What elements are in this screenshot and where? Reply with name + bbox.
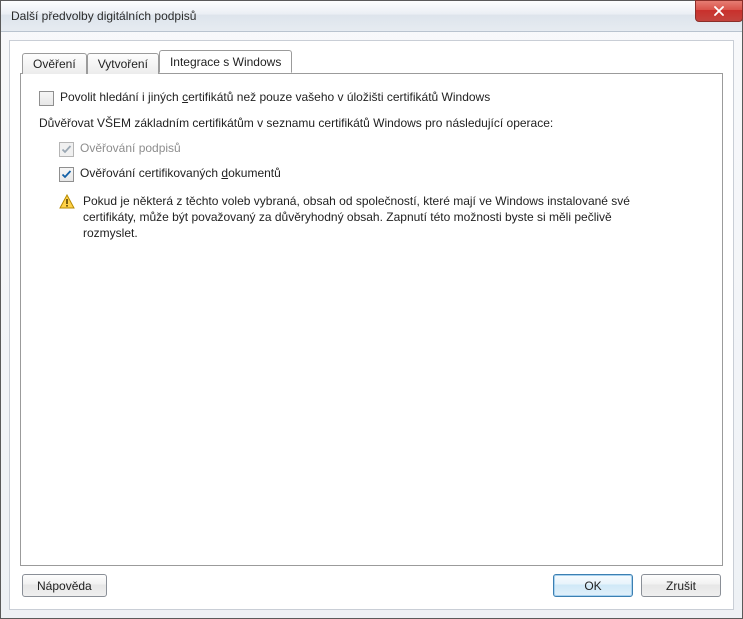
verify-signatures-label: Ověřování podpisů	[80, 141, 181, 156]
close-icon	[714, 6, 724, 16]
verify-documents-label: Ověřování certifikovaných dokumentů	[80, 166, 281, 181]
verify-signatures-checkbox	[59, 142, 74, 157]
tab-page-windows-integration: Povolit hledání i jiných certifikátů než…	[20, 73, 723, 566]
tab-windows-integration[interactable]: Integrace s Windows	[159, 50, 292, 73]
warning-icon	[59, 194, 75, 210]
window-title: Další předvolby digitálních podpisů	[11, 9, 196, 23]
verify-signatures-row: Ověřování podpisů	[59, 141, 704, 156]
help-button[interactable]: Nápověda	[22, 574, 107, 597]
tab-creation[interactable]: Vytvoření	[87, 53, 159, 74]
allow-search-checkbox[interactable]	[39, 91, 54, 106]
client-area: Ověření Vytvoření Integrace s Windows Po…	[9, 40, 734, 610]
ok-button[interactable]: OK	[553, 574, 633, 597]
tab-verification[interactable]: Ověření	[22, 53, 87, 74]
verify-documents-row: Ověřování certifikovaných dokumentů	[59, 166, 704, 181]
titlebar: Další předvolby digitálních podpisů	[1, 1, 742, 32]
close-button[interactable]	[695, 0, 743, 22]
allow-search-row: Povolit hledání i jiných certifikátů než…	[39, 90, 704, 105]
verify-documents-checkbox[interactable]	[59, 167, 74, 182]
button-row: Nápověda OK Zrušit	[20, 566, 723, 599]
warning-text: Pokud je některá z těchto voleb vybraná,…	[83, 193, 643, 241]
tab-strip: Ověření Vytvoření Integrace s Windows	[22, 51, 723, 73]
allow-search-label: Povolit hledání i jiných certifikátů než…	[60, 90, 490, 105]
cancel-button[interactable]: Zrušit	[641, 574, 721, 597]
trust-intro-text: Důvěřovat VŠEM základním certifikátům v …	[39, 115, 599, 131]
warning-row: Pokud je některá z těchto voleb vybraná,…	[59, 193, 704, 241]
dialog-window: Další předvolby digitálních podpisů Ověř…	[0, 0, 743, 619]
